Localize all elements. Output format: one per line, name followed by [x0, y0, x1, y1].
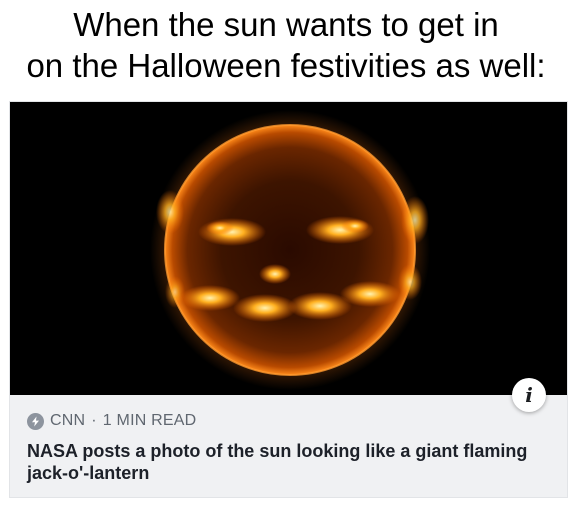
- article-headline[interactable]: NASA posts a photo of the sun looking li…: [27, 440, 547, 484]
- caption-line-1: When the sun wants to get in: [73, 6, 499, 43]
- sun-right-eye: [306, 216, 374, 244]
- read-time: 1 MIN READ: [102, 412, 197, 429]
- source-separator: ·: [91, 412, 97, 429]
- meme-caption: When the sun wants to get in on the Hall…: [0, 4, 572, 86]
- source-name: CNN: [50, 412, 86, 429]
- lightning-bolt-icon: [27, 412, 44, 430]
- info-button[interactable]: i: [512, 378, 546, 412]
- sun-jack-o-lantern-illustration: [10, 102, 567, 395]
- sun-disc: [165, 125, 415, 375]
- link-preview-card[interactable]: i CNN · 1 MIN READ NASA posts a photo of…: [9, 101, 568, 498]
- source-meta: CNN · 1 MIN READ: [27, 412, 196, 430]
- caption-line-2: on the Halloween festivities as well:: [26, 47, 546, 84]
- info-icon: i: [525, 383, 533, 407]
- sun-photo[interactable]: [10, 102, 567, 395]
- sun-left-eye: [198, 218, 266, 246]
